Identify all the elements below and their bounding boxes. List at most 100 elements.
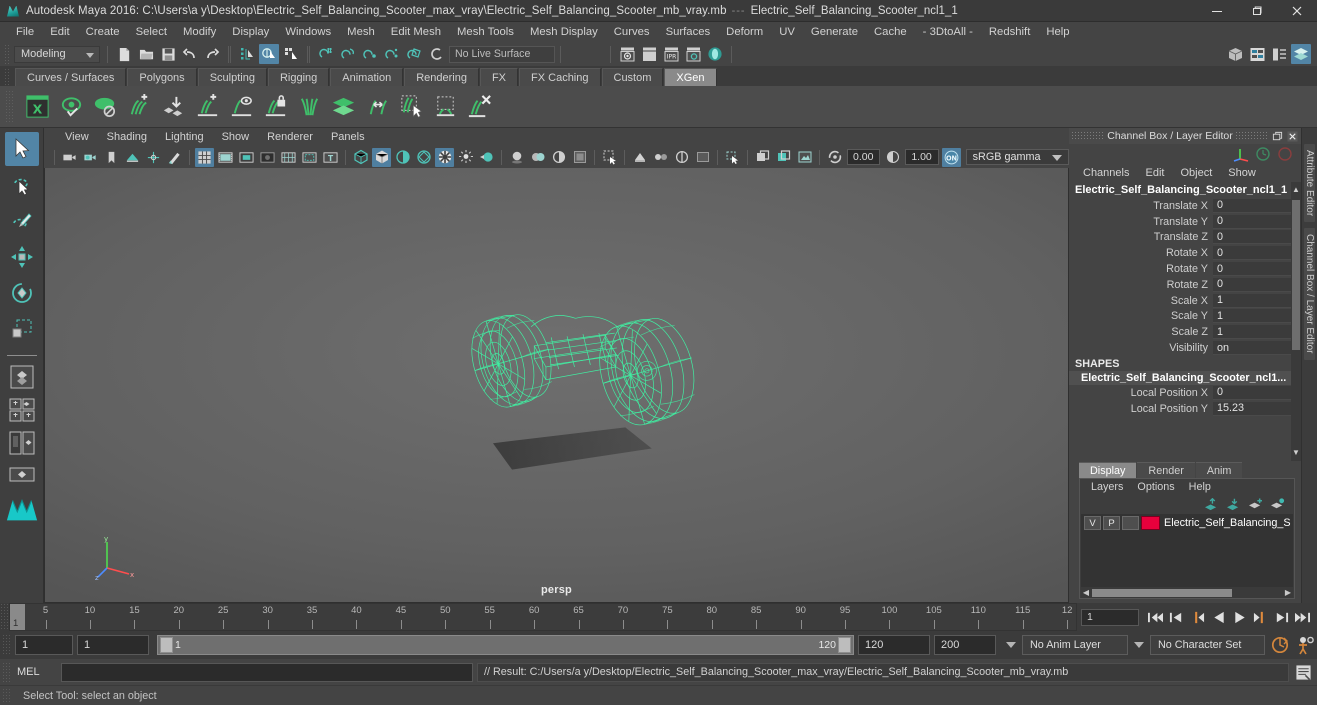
shadows-icon[interactable] bbox=[507, 148, 526, 167]
show-hide-modeling-toolkit-icon[interactable] bbox=[1225, 44, 1245, 64]
side-tab-attribute-editor[interactable]: Attribute Editor bbox=[1304, 144, 1315, 223]
viewport-menu-view[interactable]: View bbox=[56, 131, 98, 143]
channel-value[interactable]: 0 bbox=[1213, 214, 1301, 229]
render-current-frame-icon[interactable] bbox=[617, 44, 637, 64]
range-slider-grip[interactable] bbox=[2, 634, 11, 656]
snap-to-curve-icon[interactable] bbox=[338, 44, 358, 64]
select-region-icon[interactable] bbox=[723, 148, 742, 167]
move-tool[interactable] bbox=[5, 240, 39, 274]
channel-box-shape-name[interactable]: Electric_Self_Balancing_Scooter_ncl1... bbox=[1069, 370, 1301, 385]
snapshot-icon[interactable] bbox=[795, 148, 814, 167]
channel-value[interactable]: 0 bbox=[1213, 262, 1301, 277]
use-all-lights-icon[interactable] bbox=[477, 148, 496, 167]
xgen-delete-guides-icon[interactable] bbox=[463, 91, 495, 123]
channel-value[interactable]: 15.23 bbox=[1213, 401, 1301, 416]
range-bar-left-handle[interactable] bbox=[160, 637, 173, 653]
xgen-editor-icon[interactable]: X bbox=[21, 91, 53, 123]
menu-file[interactable]: File bbox=[8, 23, 42, 41]
channel-row[interactable]: Translate Y 0 bbox=[1069, 214, 1301, 230]
xgen-part-icon[interactable] bbox=[293, 91, 325, 123]
go-to-end-icon[interactable] bbox=[1292, 607, 1313, 627]
shelf-tab-animation[interactable]: Animation bbox=[330, 68, 404, 86]
color-management-selector[interactable]: sRGB gamma bbox=[965, 149, 1069, 165]
xgen-disable-preview-icon[interactable] bbox=[89, 91, 121, 123]
new-layer-icon[interactable] bbox=[1247, 497, 1264, 512]
channel-value[interactable]: 0 bbox=[1213, 198, 1301, 213]
scroll-right-arrow-icon[interactable]: ▶ bbox=[1283, 588, 1293, 597]
viewport-extra-icon[interactable] bbox=[693, 148, 712, 167]
layer-menu-options[interactable]: Options bbox=[1130, 481, 1181, 493]
range-bar-right-handle[interactable] bbox=[838, 637, 851, 653]
copy-render-icon[interactable] bbox=[753, 148, 772, 167]
menu-modify[interactable]: Modify bbox=[175, 23, 224, 41]
rotate-tool[interactable] bbox=[5, 276, 39, 310]
screen-space-ao-icon[interactable] bbox=[528, 148, 547, 167]
menu-edit[interactable]: Edit bbox=[42, 23, 77, 41]
auto-key-icon[interactable] bbox=[1269, 634, 1291, 656]
play-forwards-icon[interactable] bbox=[1229, 607, 1250, 627]
show-hide-channel-box-icon[interactable] bbox=[1291, 44, 1311, 64]
show-hide-attribute-editor-icon[interactable] bbox=[1247, 44, 1267, 64]
shaded-wireframe-icon[interactable] bbox=[435, 147, 454, 167]
select-by-hierarchy-icon[interactable] bbox=[237, 44, 257, 64]
layer-menu-help[interactable]: Help bbox=[1182, 481, 1218, 493]
xgen-mask-icon[interactable] bbox=[225, 91, 257, 123]
layer-list[interactable]: V P Electric_Self_Balancing_S ◀ ▶ bbox=[1081, 514, 1293, 598]
channel-value[interactable]: on bbox=[1213, 341, 1301, 356]
smooth-shade-all-icon[interactable] bbox=[372, 147, 391, 167]
xgen-clump-icon[interactable] bbox=[429, 91, 461, 123]
grease-pencil-icon[interactable] bbox=[165, 148, 184, 167]
new-scene-icon[interactable] bbox=[114, 44, 134, 64]
scroll-down-arrow-icon[interactable]: ▼ bbox=[1292, 447, 1300, 457]
shelf-tab-fx[interactable]: FX bbox=[479, 68, 519, 86]
channel-row[interactable]: Scale Y 1 bbox=[1069, 309, 1301, 325]
channel-value[interactable]: 1 bbox=[1213, 293, 1301, 308]
redo-icon[interactable] bbox=[202, 44, 222, 64]
manipulator-axes-icon[interactable] bbox=[1231, 145, 1251, 163]
perspective-viewport[interactable]: y x z persp bbox=[44, 168, 1069, 603]
persp-outliner-layout-icon[interactable] bbox=[5, 428, 39, 458]
channel-row[interactable]: Local Position Y 15.23 bbox=[1069, 401, 1301, 417]
menu-create[interactable]: Create bbox=[78, 23, 128, 41]
save-scene-icon[interactable] bbox=[158, 44, 178, 64]
menu-select[interactable]: Select bbox=[128, 23, 175, 41]
shelf-tab-custom[interactable]: Custom bbox=[601, 68, 664, 86]
xgen-import-icon[interactable] bbox=[157, 91, 189, 123]
channel-value[interactable]: 1 bbox=[1213, 309, 1301, 324]
channel-box-red-icon[interactable] bbox=[1275, 145, 1295, 163]
select-tool[interactable] bbox=[4, 132, 39, 166]
four-view-layout-icon[interactable] bbox=[5, 395, 39, 425]
xgen-add-density-icon[interactable] bbox=[191, 91, 223, 123]
motion-blur-icon[interactable] bbox=[549, 148, 568, 167]
color-management-icon[interactable]: ON bbox=[941, 147, 961, 167]
command-input[interactable] bbox=[61, 662, 473, 682]
field-chart-icon[interactable] bbox=[279, 148, 298, 167]
layer-name[interactable]: Electric_Self_Balancing_S bbox=[1164, 517, 1291, 529]
xray-icon[interactable] bbox=[630, 148, 649, 167]
snap-to-point-icon[interactable] bbox=[360, 44, 380, 64]
hypershade-icon[interactable] bbox=[705, 44, 725, 64]
exposure-icon[interactable] bbox=[825, 148, 844, 167]
two-d-pan-zoom-icon[interactable] bbox=[144, 148, 163, 167]
close-panel-icon[interactable] bbox=[1286, 130, 1299, 143]
minimize-icon[interactable] bbox=[1197, 0, 1237, 22]
render-settings-icon[interactable] bbox=[683, 44, 703, 64]
channel-row[interactable]: Scale Z 1 bbox=[1069, 324, 1301, 340]
layer-list-scrollbar[interactable]: ◀ ▶ bbox=[1081, 587, 1293, 598]
ipr-render-icon[interactable]: IPR bbox=[661, 44, 681, 64]
layer-tab-anim[interactable]: Anim bbox=[1195, 462, 1243, 478]
menu-help[interactable]: Help bbox=[1038, 23, 1077, 41]
wireframe-icon[interactable] bbox=[351, 148, 370, 167]
make-live-icon[interactable] bbox=[426, 44, 446, 64]
menu-display[interactable]: Display bbox=[224, 23, 277, 41]
panel-grip[interactable] bbox=[1071, 131, 1105, 141]
channel-row[interactable]: Rotate Z 0 bbox=[1069, 277, 1301, 293]
menu-mesh-display[interactable]: Mesh Display bbox=[522, 23, 606, 41]
time-slider-track[interactable]: 1 5 10 15 20 25 30 35 40 45 50 55 60 65 70 75 80 85 90 95 1… bbox=[9, 603, 1077, 631]
menu-edit-mesh[interactable]: Edit Mesh bbox=[383, 23, 449, 41]
image-plane-icon[interactable] bbox=[123, 148, 142, 167]
layer-row[interactable]: V P Electric_Self_Balancing_S bbox=[1081, 514, 1293, 532]
grid-toggle-icon[interactable] bbox=[195, 147, 214, 167]
time-slider-cursor[interactable]: 1 bbox=[10, 604, 25, 630]
channel-row[interactable]: Local Position X 0 bbox=[1069, 385, 1301, 401]
